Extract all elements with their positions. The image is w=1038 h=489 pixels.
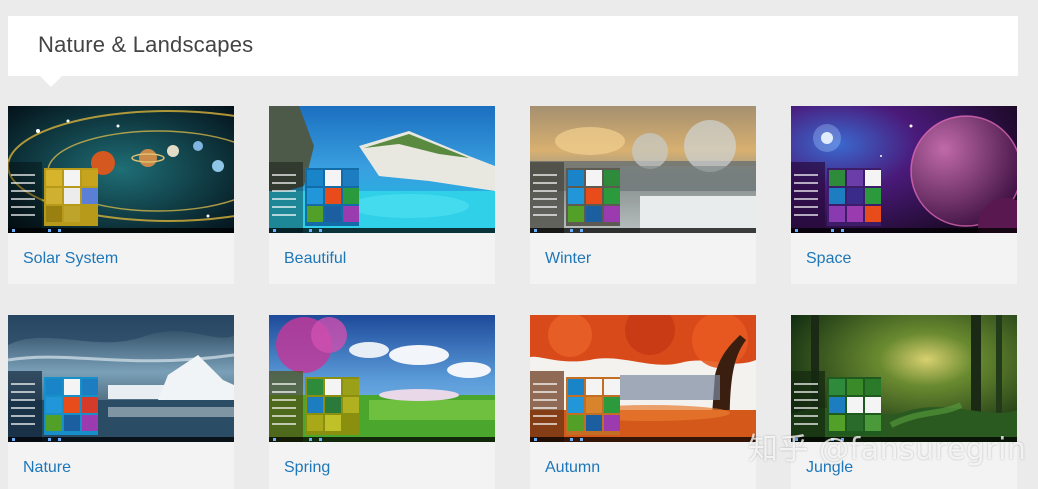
theme-label[interactable]: Spring [284,459,330,477]
start-menu-preview [530,371,622,442]
theme-card-solar-system[interactable]: Solar System [8,106,234,284]
start-menu-preview [269,162,361,233]
thumbnail-beautiful[interactable] [269,106,495,233]
theme-card-beautiful[interactable]: Beautiful [269,106,495,284]
theme-card-nature[interactable]: Nature [8,315,234,489]
taskbar-preview [791,228,1017,233]
start-menu-preview [791,162,883,233]
theme-label[interactable]: Space [806,250,851,268]
thumbnail-jungle[interactable] [791,315,1017,442]
taskbar-preview [8,437,234,442]
theme-card-autumn[interactable]: Autumn [530,315,756,489]
theme-label[interactable]: Beautiful [284,250,346,268]
theme-label[interactable]: Winter [545,250,591,268]
theme-card-spring[interactable]: Spring [269,315,495,489]
thumbnail-spring[interactable] [269,315,495,442]
theme-label[interactable]: Autumn [545,459,600,477]
taskbar-preview [530,228,756,233]
thumbnail-nature[interactable] [8,315,234,442]
theme-label[interactable]: Nature [23,459,71,477]
start-menu-preview [530,162,622,233]
start-menu-preview [8,162,100,233]
start-menu-preview [8,371,100,442]
taskbar-preview [530,437,756,442]
thumbnail-space[interactable] [791,106,1017,233]
theme-card-space[interactable]: Space [791,106,1017,284]
start-menu-preview [269,371,361,442]
category-header: Nature & Landscapes [8,16,1018,87]
thumbnail-solar-system[interactable] [8,106,234,233]
page-title: Nature & Landscapes [38,32,254,57]
thumbnail-autumn[interactable] [530,315,756,442]
theme-card-winter[interactable]: Winter [530,106,756,284]
taskbar-preview [269,228,495,233]
taskbar-preview [269,437,495,442]
header-caret [40,76,62,87]
taskbar-preview [8,228,234,233]
watermark: 知乎 @fansuregrin [748,432,1027,467]
theme-label[interactable]: Solar System [23,250,118,268]
thumbnail-winter[interactable] [530,106,756,233]
